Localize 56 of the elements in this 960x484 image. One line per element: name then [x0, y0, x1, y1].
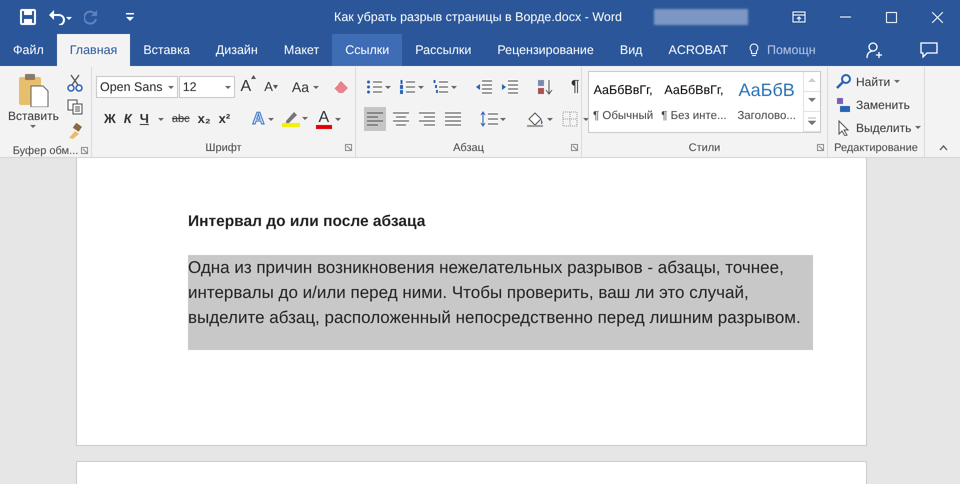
align-left-icon[interactable] [364, 107, 386, 131]
caret-icon [30, 125, 36, 128]
change-case-button[interactable]: Aa [290, 75, 321, 99]
replace-button[interactable]: Заменить [834, 93, 924, 116]
style-item[interactable]: АаБбВвГг, ¶ Обычный [589, 72, 658, 132]
ribbon-tab[interactable]: Дизайн [202, 34, 271, 66]
caret-icon [894, 80, 900, 83]
format-button[interactable]: К [122, 107, 134, 131]
tell-me-field[interactable]: Помощн [764, 40, 845, 60]
caret-icon [224, 86, 231, 88]
ribbon-tab[interactable]: Вид [606, 34, 656, 66]
lightbulb-icon [748, 43, 759, 57]
caret-icon [168, 86, 174, 88]
style-item[interactable]: АаБбВ Заголово... [730, 72, 803, 132]
font-size-field[interactable]: 12 [178, 76, 235, 98]
select-button[interactable]: Выделить [834, 116, 924, 139]
format-button[interactable]: x² [216, 107, 232, 131]
ribbon-tab[interactable]: Главная [56, 34, 130, 66]
group-label: Шрифт [205, 141, 242, 156]
collapse-ribbon-icon[interactable] [939, 145, 948, 151]
group-label: Редактирование [834, 141, 918, 156]
ribbon-tab[interactable]: ACROBAT [655, 34, 741, 66]
shrink-font-button[interactable]: A [262, 75, 280, 99]
window-title: Как убрать разрыв страницы в Ворде.docx - Word [334, 9, 622, 26]
font-name-field[interactable]: Open Sans [96, 76, 178, 98]
grow-font-button[interactable]: A [238, 75, 258, 99]
format-button[interactable]: abc [170, 107, 192, 131]
dialog-launcher-icon[interactable] [345, 144, 352, 151]
triangle-down-icon [272, 84, 278, 90]
group-label: Буфер обм... [12, 144, 78, 159]
document-heading: Интервал до или после абзаца [188, 212, 426, 232]
format-button[interactable]: Ч [138, 107, 166, 131]
ribbon-tab[interactable]: Вставка [130, 34, 203, 66]
find-button[interactable]: Найти [834, 70, 924, 93]
paste-button[interactable]: Вставить [6, 71, 61, 137]
format-button[interactable]: x₂ [196, 107, 213, 131]
style-item[interactable]: АаБбВвГг, ¶ Без инте... [657, 72, 731, 132]
format-button[interactable]: Ж [102, 107, 118, 131]
document-paragraph: Одна из причин возникновения нежелательных разрывов - абзацы, точнее, интервалы до и/или перед ними. Чтобы проверить, ваш ли это случай, выделите абзац, расположенный непосредственно перед лишним разрывом. [188, 255, 813, 350]
group-label: Стили [688, 141, 720, 156]
ribbon-tab[interactable]: Ссылки [332, 34, 402, 66]
caret-icon [915, 126, 922, 129]
dialog-launcher-icon[interactable] [81, 147, 88, 154]
dialog-launcher-icon[interactable] [817, 144, 824, 151]
font-color-button[interactable]: A [314, 107, 344, 131]
clipboard-icon [17, 73, 50, 107]
triangle-up-icon [251, 75, 256, 80]
find-icon [836, 74, 852, 90]
dialog-launcher-icon[interactable] [571, 144, 578, 151]
select-icon [836, 120, 852, 136]
ribbon-tab[interactable]: Рассылки [402, 34, 484, 66]
group-label: Абзац [453, 141, 484, 156]
ribbon-tab[interactable]: Файл [0, 34, 57, 66]
ribbon-tab[interactable]: Рецензирование [484, 34, 607, 66]
ribbon-tab[interactable]: Макет [270, 34, 332, 66]
show-marks-button[interactable]: ¶ [569, 75, 582, 99]
